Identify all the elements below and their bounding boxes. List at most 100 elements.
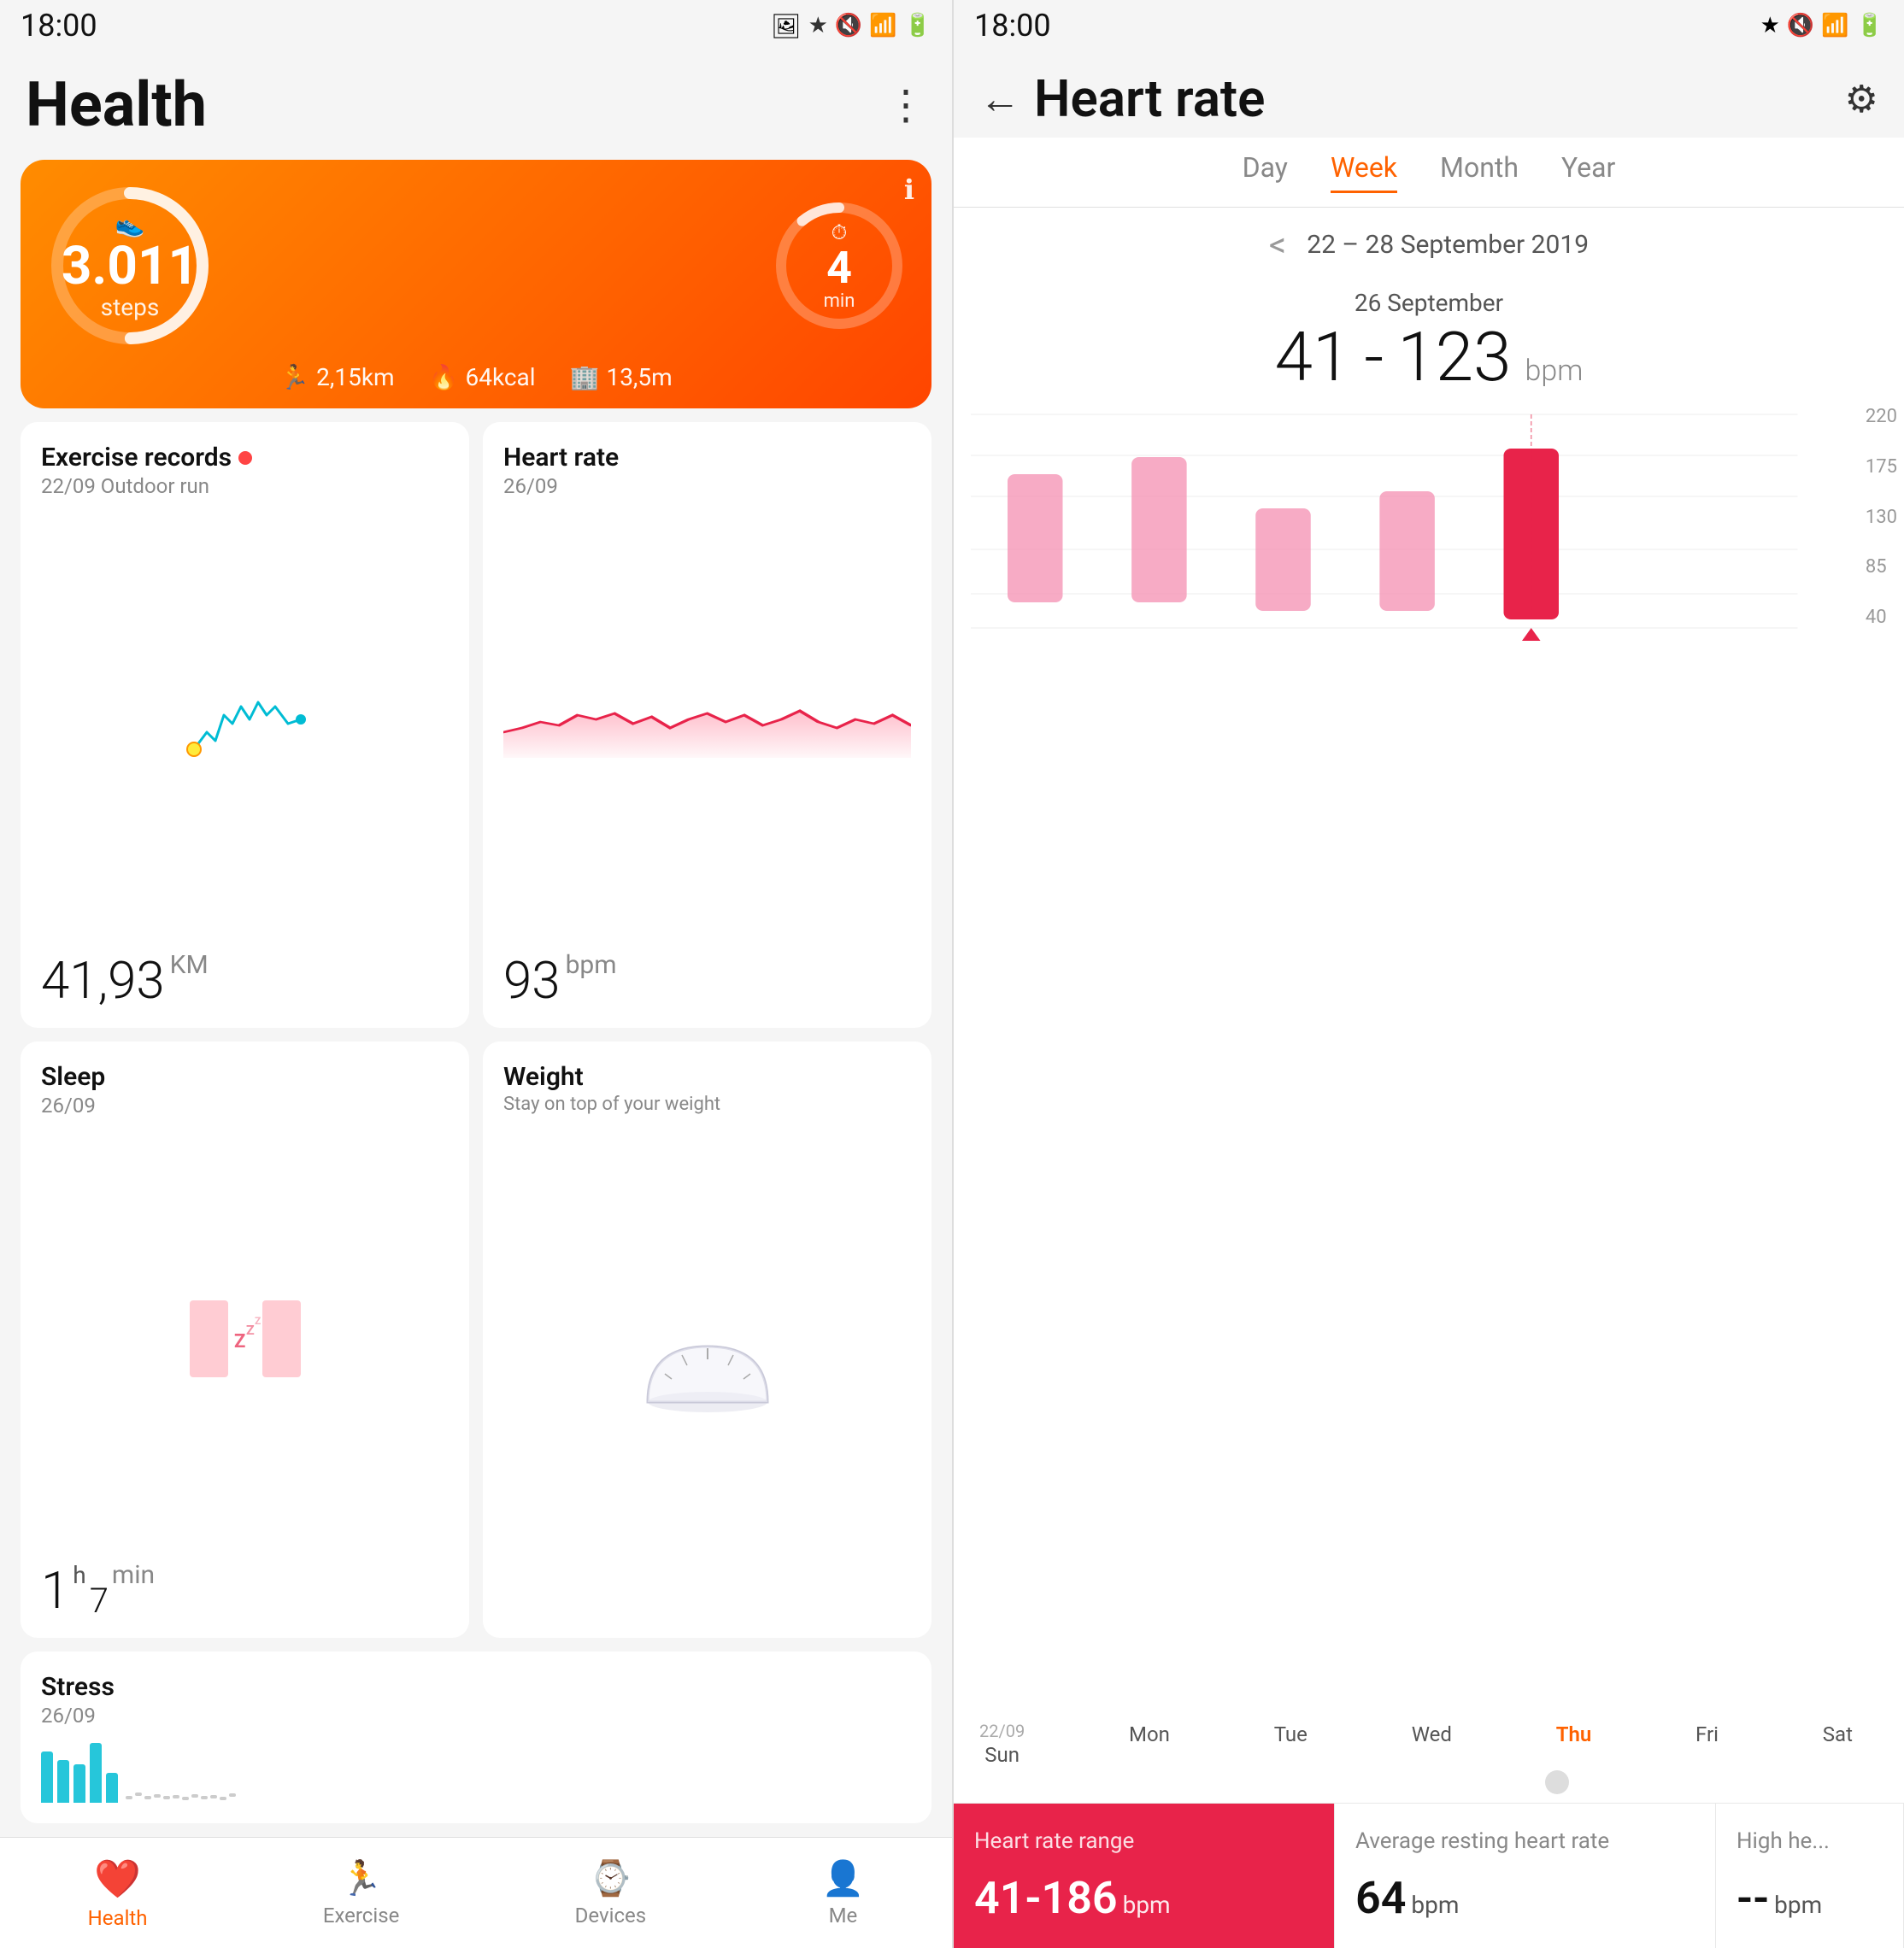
mute-icon: 🔇 (835, 13, 862, 38)
timer-icon: ⏱ (824, 220, 855, 244)
x-date-sun: 22/09 (979, 1721, 1025, 1741)
distance-value: 2,15km (316, 363, 394, 391)
tab-week[interactable]: Week (1331, 151, 1397, 193)
hr-info-row: Heart rate range 41-186 bpm Average rest… (954, 1803, 1904, 1948)
hr-range-label: Heart rate range (974, 1828, 1313, 1857)
tab-month[interactable]: Month (1440, 151, 1519, 193)
exercise-icon: 🏃 (340, 1858, 383, 1898)
wifi-icon: 📶 (869, 13, 896, 38)
exercise-title: Exercise records (41, 443, 232, 472)
exercise-unit: KM (170, 950, 209, 980)
calories-icon: 🔥 (429, 363, 459, 391)
avg-resting-card[interactable]: Average resting heart rate 64 bpm (1335, 1804, 1716, 1948)
nav-health[interactable]: ❤️ Health (88, 1857, 148, 1930)
cards-grid: Exercise records 22/09 Outdoor run 41,93… (21, 422, 931, 1638)
hero-card-top: 👟 3.011 steps ⏱ 4 min (44, 180, 908, 351)
status-time-left: 18:00 (21, 8, 97, 44)
sleep-value-m: 7 (90, 1581, 109, 1621)
menu-button[interactable]: ⋮ (885, 80, 926, 129)
distance-stat: 🏃 2,15km (279, 363, 394, 391)
selected-indicator (1545, 1770, 1569, 1794)
nav-exercise-label: Exercise (323, 1904, 399, 1927)
heartrate-value: 93 (503, 950, 561, 1011)
bluetooth-icon: ★ (808, 13, 828, 38)
bpm-dash: - (1364, 317, 1384, 397)
exercise-value: 41,93 (41, 950, 165, 1011)
x-label-sun: 22/09 Sun (979, 1721, 1025, 1767)
high-hr-unit: bpm (1774, 1891, 1822, 1919)
y-label-130: 130 (1866, 507, 1897, 528)
x-day-thu: Thu (1556, 1722, 1592, 1746)
stress-title: Stress (41, 1672, 911, 1702)
x-label-wed: Wed (1412, 1721, 1452, 1767)
hr-range-card[interactable]: Heart rate range 41-186 bpm (954, 1804, 1335, 1948)
svg-text:Z: Z (246, 1322, 255, 1338)
left-panel: 18:00 🖼 ★ 🔇 📶 🔋 Health ⋮ ℹ 👟 3.011 (0, 0, 952, 1948)
weight-card[interactable]: Weight Stay on top of your weight (483, 1041, 931, 1639)
back-button[interactable]: ← (979, 74, 1020, 123)
nav-devices[interactable]: ⌚ Devices (575, 1858, 646, 1927)
status-time-right: 18:00 (974, 8, 1051, 44)
status-bar-right: 18:00 ★ 🔇 📶 🔋 (954, 0, 1904, 51)
high-hr-value: -- (1737, 1872, 1769, 1924)
prev-period-button[interactable]: < (1269, 225, 1286, 265)
hr-date-nav: < 22 – 28 September 2019 (954, 208, 1904, 282)
tab-year[interactable]: Year (1561, 151, 1615, 193)
heartrate-unit: bpm (566, 950, 617, 980)
hr-range-value: 41-186 (974, 1872, 1118, 1924)
weight-illustration (503, 1122, 911, 1615)
hr-chart: 220 175 130 85 40 (954, 397, 1904, 1717)
exercise-card[interactable]: Exercise records 22/09 Outdoor run 41,93… (21, 422, 469, 1028)
health-icon: ❤️ (94, 1857, 141, 1901)
x-day-sat: Sat (1823, 1722, 1853, 1746)
exercise-subtitle: 22/09 Outdoor run (41, 474, 449, 498)
heartrate-card[interactable]: Heart rate 26/09 93 bpm (483, 422, 931, 1028)
heartrate-subtitle: 26/09 (503, 474, 911, 498)
settings-button[interactable]: ⚙ (1845, 77, 1878, 121)
hr-range-unit: bpm (1123, 1891, 1171, 1919)
floors-stat: 🏢 13,5m (570, 363, 673, 391)
sleep-card[interactable]: Sleep 26/09 Z Z Z 1 h 7 min (21, 1041, 469, 1639)
sleep-illustration: Z Z Z (41, 1124, 449, 1554)
chart-x-labels: 22/09 Sun Mon Tue Wed Thu Fri Sat (954, 1717, 1904, 1770)
nav-health-label: Health (88, 1906, 148, 1930)
x-label-tue: Tue (1274, 1721, 1308, 1767)
nav-exercise[interactable]: 🏃 Exercise (323, 1858, 399, 1927)
tab-day[interactable]: Day (1243, 151, 1288, 193)
stress-card[interactable]: Stress 26/09 (21, 1652, 931, 1823)
x-day-tue: Tue (1274, 1722, 1308, 1746)
avg-resting-unit: bpm (1411, 1891, 1459, 1919)
selected-day: 26 September (954, 289, 1904, 317)
x-label-sat: Sat (1823, 1721, 1853, 1767)
nav-me-label: Me (829, 1904, 858, 1927)
sleep-value-h: 1 (41, 1560, 69, 1621)
hr-tabs: Day Week Month Year (954, 138, 1904, 208)
x-day-sun: Sun (984, 1743, 1020, 1767)
wifi-icon-r: 📶 (1821, 13, 1848, 38)
weight-title: Weight (503, 1062, 911, 1092)
timer-unit: min (824, 290, 855, 312)
high-hr-card[interactable]: High he... -- bpm (1716, 1804, 1904, 1948)
stress-bars (41, 1738, 911, 1806)
bt-icon-r: ★ (1760, 13, 1780, 38)
mute-icon-r: 🔇 (1787, 13, 1814, 38)
heartrate-title: Heart rate (503, 443, 911, 472)
devices-icon: ⌚ (590, 1858, 632, 1898)
timer-value: 4 (824, 246, 855, 290)
hr-title: Heart rate (1034, 68, 1831, 129)
x-label-fri: Fri (1695, 1721, 1719, 1767)
svg-text:Z: Z (234, 1331, 245, 1352)
x-day-mon: Mon (1129, 1722, 1170, 1746)
avg-resting-label: Average resting heart rate (1355, 1828, 1695, 1857)
bpm-range: 41 - 123 bpm (954, 317, 1904, 397)
bpm-high: 123 (1397, 317, 1511, 397)
calories-value: 64kcal (465, 363, 535, 391)
hr-selected-date: 26 September 41 - 123 bpm (954, 282, 1904, 397)
exercise-dot (238, 451, 252, 465)
nav-devices-label: Devices (575, 1904, 646, 1927)
svg-text:Z: Z (255, 1315, 261, 1327)
stress-subtitle: 26/09 (41, 1704, 911, 1728)
distance-icon: 🏃 (279, 363, 309, 391)
floors-icon: 🏢 (570, 363, 600, 391)
nav-me[interactable]: 👤 Me (822, 1858, 865, 1927)
